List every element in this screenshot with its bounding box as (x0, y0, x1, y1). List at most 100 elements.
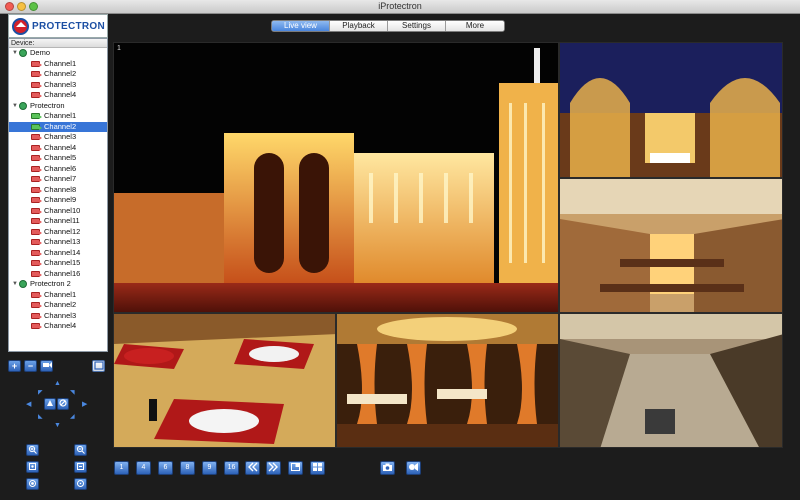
ptz-up-left-icon[interactable]: ◤ (38, 390, 43, 397)
add-button[interactable]: + (8, 360, 21, 372)
prev-page-button[interactable] (245, 461, 260, 475)
main-tabs: Live view Playback Settings More (271, 20, 505, 32)
video-cell-6[interactable] (559, 313, 783, 448)
channel-item[interactable]: Channel1 (9, 290, 107, 301)
channel-item[interactable]: Channel10 (9, 206, 107, 217)
camera-icon (31, 186, 42, 193)
video-cell-2[interactable] (559, 42, 783, 178)
video-cell-3[interactable] (559, 178, 783, 313)
camera-icon (31, 71, 42, 78)
layout-9-button[interactable]: 9 (202, 461, 217, 475)
disclosure-triangle-icon[interactable]: ▼ (12, 101, 19, 112)
ptz-button[interactable] (40, 360, 53, 372)
camera-icon (31, 218, 42, 225)
device-group[interactable]: ▼ Protectron (9, 101, 107, 112)
window-title: iProtectron (378, 1, 422, 11)
iris-close-icon (77, 480, 84, 487)
tab-live-view[interactable]: Live view (272, 21, 330, 31)
channel-item[interactable]: Channel9 (9, 195, 107, 206)
disclosure-triangle-icon[interactable]: ▼ (12, 279, 19, 290)
title-bar: iProtectron (0, 0, 800, 14)
ptz-down-left-icon[interactable]: ◣ (38, 414, 43, 421)
camera-icon (31, 176, 42, 183)
camera-icon (31, 92, 42, 99)
disclosure-triangle-icon[interactable]: ▼ (12, 48, 19, 59)
channel-item[interactable]: Channel3 (9, 311, 107, 322)
layout-1-button[interactable]: 1 (114, 461, 129, 475)
device-group-icon (19, 49, 27, 58)
ptz-down-right-icon[interactable]: ◢ (70, 414, 75, 421)
ptz-right-icon[interactable]: ▶ (82, 401, 87, 408)
iris-close-button[interactable] (74, 478, 87, 490)
channel-label: Channel11 (44, 216, 80, 225)
ptz-auto-button[interactable] (44, 398, 56, 410)
camera-icon (31, 312, 42, 319)
snapshot-button[interactable] (380, 461, 395, 475)
tab-more[interactable]: More (446, 21, 504, 31)
channel-item[interactable]: Channel15 (9, 258, 107, 269)
camera-feed-image (560, 179, 782, 312)
video-cell-4[interactable] (113, 313, 336, 448)
ptz-auto-icon (47, 400, 53, 406)
channel-item[interactable]: Channel8 (9, 185, 107, 196)
logo-text: PROTECTRON (32, 20, 105, 32)
ptz-left-icon[interactable]: ◀ (26, 401, 31, 408)
next-page-button[interactable] (266, 461, 281, 475)
channel-item[interactable]: Channel2 (9, 69, 107, 80)
device-group[interactable]: ▼ Protectron 2 (9, 279, 107, 290)
channel-label: Channel14 (44, 247, 81, 257)
focus-near-button[interactable] (26, 461, 39, 473)
channel-item[interactable]: Channel11 (9, 216, 107, 227)
camera-icon (31, 249, 42, 256)
layout-8-button[interactable]: 8 (180, 461, 195, 475)
channel-item[interactable]: Channel1 (9, 59, 107, 70)
channel-item[interactable]: Channel16 (9, 269, 107, 280)
fullscreen-button[interactable] (92, 360, 105, 372)
remove-button[interactable]: − (24, 360, 37, 372)
channel-item[interactable]: Channel7 (9, 174, 107, 185)
device-tree: Device: ▼ Demo Channel1 Channel2 Channel3 Cha… (8, 38, 108, 352)
channel-label: Channel16 (44, 268, 81, 278)
layout-4-button[interactable]: 4 (136, 461, 151, 475)
record-button[interactable] (406, 461, 421, 475)
device-tree-header: Device: (9, 39, 107, 48)
video-cell-5[interactable] (336, 313, 559, 448)
ptz-up-icon[interactable]: ▲ (54, 380, 61, 387)
zoom-in-button[interactable] (26, 444, 39, 456)
layout-6-button[interactable]: 6 (158, 461, 173, 475)
multi-view-button[interactable] (310, 461, 325, 475)
channel-item[interactable]: Channel4 (9, 90, 107, 101)
layout-9-label: 9 (207, 464, 212, 471)
channel-item[interactable]: Channel3 (9, 80, 107, 91)
camera-icon (31, 144, 42, 151)
camera-icon (31, 270, 42, 277)
ptz-stop-button[interactable] (57, 398, 69, 410)
iris-open-button[interactable] (26, 478, 39, 490)
camera-icon (31, 197, 42, 204)
ptz-up-right-icon[interactable]: ◥ (70, 390, 75, 397)
camera-icon (31, 134, 42, 141)
layout-16-button[interactable]: 16 (224, 461, 239, 475)
device-group[interactable]: ▼ Demo (9, 48, 107, 59)
snapshot-icon (383, 463, 392, 471)
tab-settings[interactable]: Settings (388, 21, 446, 31)
tab-playback[interactable]: Playback (330, 21, 388, 31)
channel-item[interactable]: Channel2 (9, 121, 107, 132)
channel-item[interactable]: Channel6 (9, 164, 107, 175)
channel-item[interactable]: Channel4 (9, 321, 107, 332)
logo-house-icon (12, 17, 29, 35)
channel-item[interactable]: Channel1 (9, 111, 107, 122)
channel-item[interactable]: Channel2 (9, 300, 107, 311)
app-main: Live view Playback Settings More PROTECT… (0, 14, 800, 500)
channel-item[interactable]: Channel4 (9, 143, 107, 154)
video-cell-1[interactable]: 1 (113, 42, 559, 313)
channel-item[interactable]: Channel12 (9, 227, 107, 238)
channel-item[interactable]: Channel14 (9, 248, 107, 259)
zoom-out-button[interactable] (74, 444, 87, 456)
single-view-button[interactable] (288, 461, 303, 475)
channel-item[interactable]: Channel13 (9, 237, 107, 248)
ptz-down-icon[interactable]: ▼ (54, 422, 61, 429)
channel-item[interactable]: Channel3 (9, 132, 107, 143)
focus-far-button[interactable] (74, 461, 87, 473)
channel-item[interactable]: Channel5 (9, 153, 107, 164)
